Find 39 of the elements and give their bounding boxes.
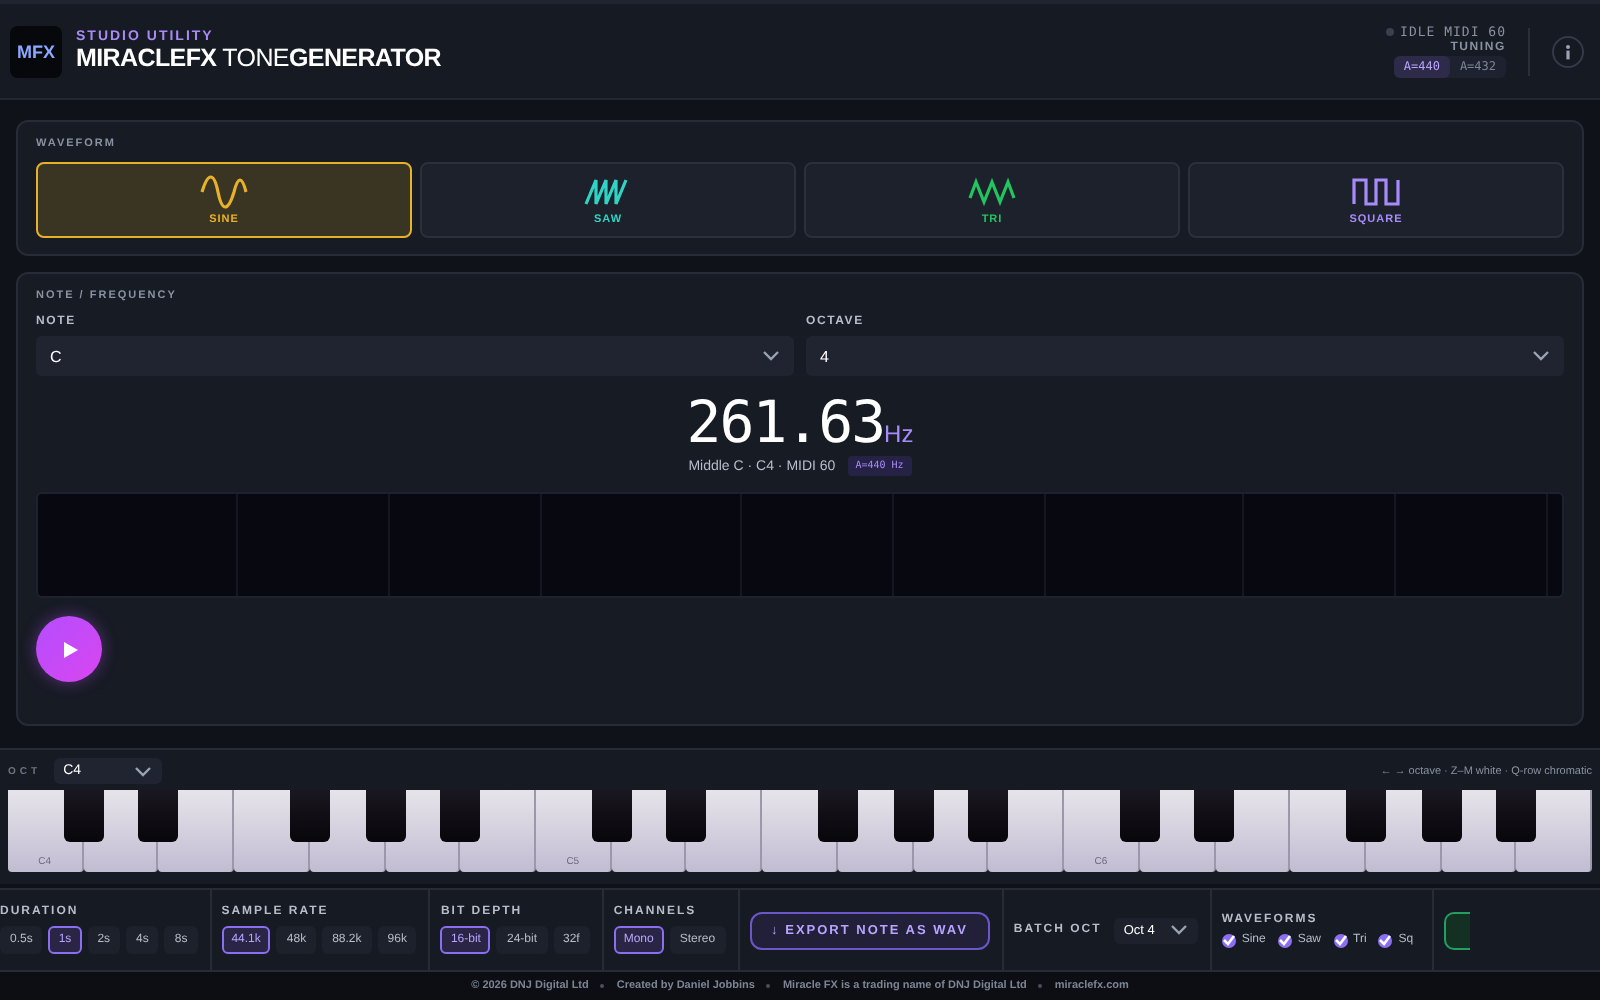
sharp-key[interactable] bbox=[666, 790, 707, 842]
sharp-key[interactable] bbox=[1496, 790, 1537, 842]
sharp-key[interactable] bbox=[1194, 790, 1235, 842]
play-icon bbox=[62, 639, 80, 659]
sharp-key[interactable] bbox=[63, 790, 104, 842]
checkbox[interactable] bbox=[1277, 933, 1292, 947]
sharp-key[interactable] bbox=[1345, 790, 1386, 842]
sharp-key[interactable] bbox=[893, 790, 934, 842]
checkbox[interactable] bbox=[1378, 933, 1393, 947]
chevron-down-icon bbox=[1169, 924, 1188, 936]
chevron-down-icon bbox=[133, 765, 152, 777]
checkbox[interactable] bbox=[1221, 933, 1236, 947]
tri-wave-icon bbox=[968, 174, 1016, 210]
sharp-key[interactable] bbox=[1119, 790, 1160, 842]
sharp-key[interactable] bbox=[968, 790, 1009, 842]
app-title: MIRACLEFX TONEGENERATOR bbox=[76, 44, 441, 72]
sharp-key[interactable] bbox=[289, 790, 330, 842]
sharp-key[interactable] bbox=[1421, 790, 1462, 842]
status-dot-icon bbox=[1386, 28, 1395, 36]
action-button[interactable] bbox=[1443, 911, 1470, 949]
checkbox[interactable] bbox=[1333, 933, 1347, 947]
select-field[interactable]: C bbox=[36, 336, 794, 376]
sine-wave-icon bbox=[200, 174, 248, 210]
sharp-key[interactable] bbox=[365, 790, 406, 842]
saw-wave-icon bbox=[584, 174, 632, 210]
chevron-down-icon bbox=[1532, 350, 1550, 362]
frequency-unit: Hz bbox=[884, 420, 914, 448]
sharp-key[interactable] bbox=[817, 790, 858, 842]
logo: MFX bbox=[10, 25, 62, 77]
sharp-key[interactable] bbox=[440, 790, 481, 842]
info-button[interactable] bbox=[1552, 35, 1584, 67]
select-field[interactable]: 4 bbox=[806, 336, 1564, 376]
sharp-key[interactable] bbox=[138, 790, 179, 842]
square-wave-icon bbox=[1352, 174, 1400, 210]
sharp-key[interactable] bbox=[591, 790, 632, 842]
frequency-value: 261.63 bbox=[686, 388, 885, 456]
play-button[interactable] bbox=[36, 616, 102, 682]
chevron-down-icon bbox=[762, 350, 780, 362]
info-icon bbox=[1560, 43, 1576, 59]
